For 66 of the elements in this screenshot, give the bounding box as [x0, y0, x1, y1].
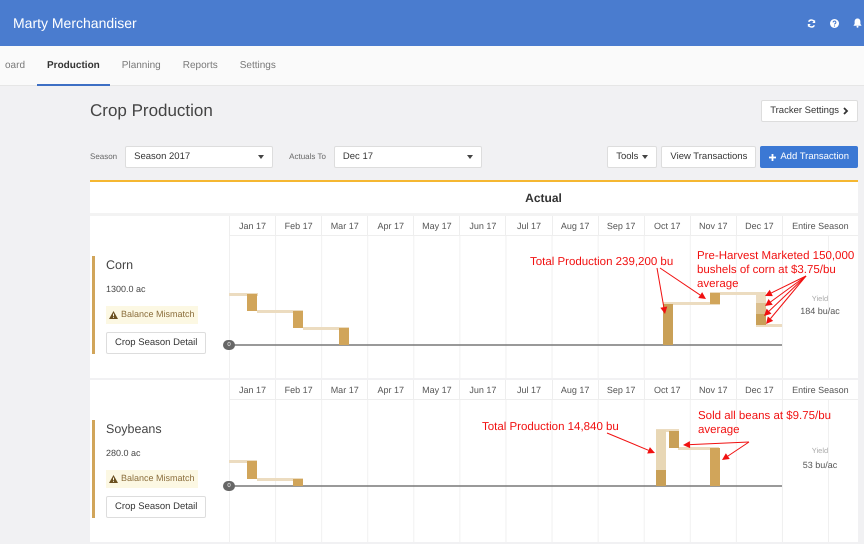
select-field[interactable]: Season 2017 [125, 146, 274, 168]
caret-icon [258, 155, 264, 159]
crop-name: Soybeans [106, 421, 163, 438]
month-header: Jun 17 [459, 380, 506, 400]
add-transaction-button[interactable]: Add Transaction [760, 146, 858, 168]
help-icon[interactable] [830, 18, 839, 28]
month-header: Apr 17 [367, 380, 414, 400]
bell-icon[interactable] [853, 18, 862, 28]
month-header: Oct 17 [644, 216, 690, 236]
caret-icon [642, 155, 648, 159]
view-transactions-button[interactable]: View Transactions [661, 146, 756, 168]
nav-tab[interactable]: Reports [172, 46, 228, 86]
annotation-text: Sold all beans at $9.75/bu average [698, 409, 832, 437]
crop-name: Corn [106, 257, 134, 274]
nav-tab[interactable]: Settings [230, 46, 286, 86]
field-label: Actuals To [289, 151, 326, 163]
month-header: Oct 17 [644, 380, 690, 400]
plus-icon [769, 154, 776, 160]
tools-button[interactable]: Tools [607, 146, 658, 168]
yield-value: 53 bu/ac [802, 459, 838, 472]
month-header: May 17 [413, 380, 460, 400]
warning-badge: Balance Mismatch [106, 470, 198, 488]
crop-season-detail-button[interactable]: Crop Season Detail [106, 496, 206, 518]
tracker-settings-button[interactable]: Tracker Settings [761, 100, 858, 122]
month-header: Jul 17 [505, 216, 552, 236]
crop-acres: 1300.0 ac [106, 282, 147, 296]
warning-icon [109, 475, 118, 483]
month-header: Feb 17 [275, 380, 322, 400]
section-title: Actual [525, 190, 562, 206]
month-header: May 17 [413, 216, 460, 236]
month-header: Entire Season [782, 380, 858, 400]
annotation-text: Pre-Harvest Marketed 150,000 bushels of corn at $3.75/bu average [697, 249, 856, 291]
warning-icon [109, 311, 118, 319]
crop-season-detail-button[interactable]: Crop Season Detail [106, 332, 206, 354]
app-title: Marty Merchandiser [13, 14, 137, 33]
page-title: Crop Production [90, 100, 213, 122]
month-header: Jul 17 [505, 380, 552, 400]
month-header: Jan 17 [229, 216, 276, 236]
field-label: Season [90, 151, 118, 163]
month-header: Jun 17 [459, 216, 506, 236]
chevron-icon [843, 107, 849, 115]
month-header: Aug 17 [552, 216, 598, 236]
month-header: Dec 17 [736, 216, 782, 236]
month-header: Mar 17 [321, 380, 368, 400]
nav-tab[interactable]: Production [37, 46, 110, 86]
month-header: Nov 17 [690, 216, 736, 236]
month-header: Feb 17 [275, 216, 322, 236]
caret-icon [466, 155, 473, 159]
nav-tab[interactable]: Planning [112, 46, 171, 86]
refresh-icon[interactable] [807, 18, 816, 28]
month-header: Jan 17 [229, 380, 276, 400]
annotation-text: Total Production 239,200 bu [530, 255, 674, 269]
month-header: Nov 17 [690, 380, 736, 400]
nav-tab[interactable]: oard [5, 46, 36, 86]
month-header: Aug 17 [552, 380, 598, 400]
month-header: Apr 17 [367, 216, 414, 236]
annotation-text: Total Production 14,840 bu [482, 420, 619, 434]
month-header: Sep 17 [598, 216, 644, 236]
warning-badge: Balance Mismatch [106, 306, 198, 324]
month-header: Entire Season [782, 216, 858, 236]
month-header: Mar 17 [321, 216, 368, 236]
yield-value: 184 bu/ac [799, 305, 841, 318]
select-field[interactable]: Dec 17 [334, 146, 482, 168]
month-header: Dec 17 [736, 380, 782, 400]
crop-acres: 280.0 ac [106, 446, 142, 460]
month-header: Sep 17 [598, 380, 644, 400]
